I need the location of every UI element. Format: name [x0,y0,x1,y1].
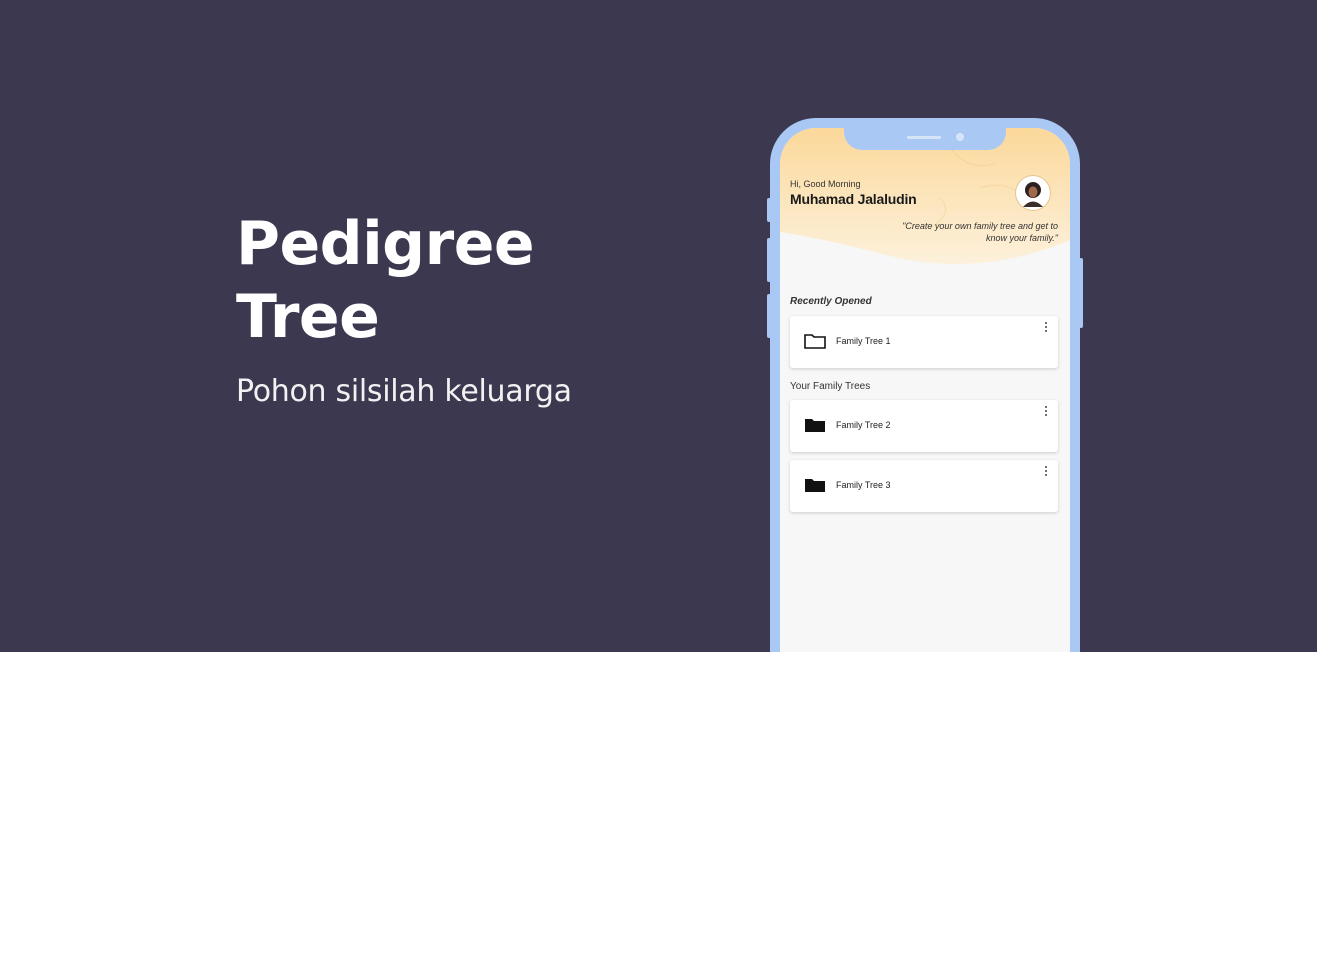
more-options-icon[interactable] [1044,322,1048,334]
greeting-text: Hi, Good Morning [790,179,861,189]
hero-title-line-1: Pedigree [236,209,535,279]
user-name: Muhamad Jalaludin [790,191,917,207]
speaker-icon [907,136,941,139]
phone-mockup: Hi, Good Morning Muhamad Jalaludin "Crea… [767,118,1083,652]
folder-filled-icon [805,479,825,492]
tree-card-name: Family Tree 2 [836,420,891,430]
hero-banner: Pedigree Tree Pohon silsilah keluarga Hi… [0,0,1317,652]
more-options-icon[interactable] [1044,466,1048,478]
avatar[interactable] [1016,176,1050,210]
your-family-trees-heading: Your Family Trees [790,381,871,392]
recently-opened-heading: Recently Opened [790,296,872,307]
tree-card-name: Family Tree 3 [836,480,891,490]
app-screen: Hi, Good Morning Muhamad Jalaludin "Crea… [780,128,1070,652]
tree-card[interactable]: Family Tree 1 [790,316,1058,368]
hero-text: Pedigree Tree Pohon silsilah keluarga [236,208,572,409]
phone-volume-down-button [767,294,771,338]
quote-text: "Create your own family tree and get to … [902,221,1058,243]
tree-card[interactable]: Family Tree 2 [790,400,1058,452]
camera-icon [956,133,964,141]
user-avatar-icon [1018,178,1048,208]
hero-title: Pedigree Tree [236,208,572,354]
hero-title-line-2: Tree [236,282,380,352]
hero-subtitle: Pohon silsilah keluarga [236,374,572,409]
phone-notch [844,128,1006,150]
tree-card-name: Family Tree 1 [836,336,891,346]
more-options-icon[interactable] [1044,406,1048,418]
phone-side-button [767,198,771,222]
phone-volume-up-button [767,238,771,282]
folder-outline-icon [804,334,826,349]
phone-power-button [1079,258,1083,328]
tree-card[interactable]: Family Tree 3 [790,460,1058,512]
folder-filled-icon [805,419,825,432]
